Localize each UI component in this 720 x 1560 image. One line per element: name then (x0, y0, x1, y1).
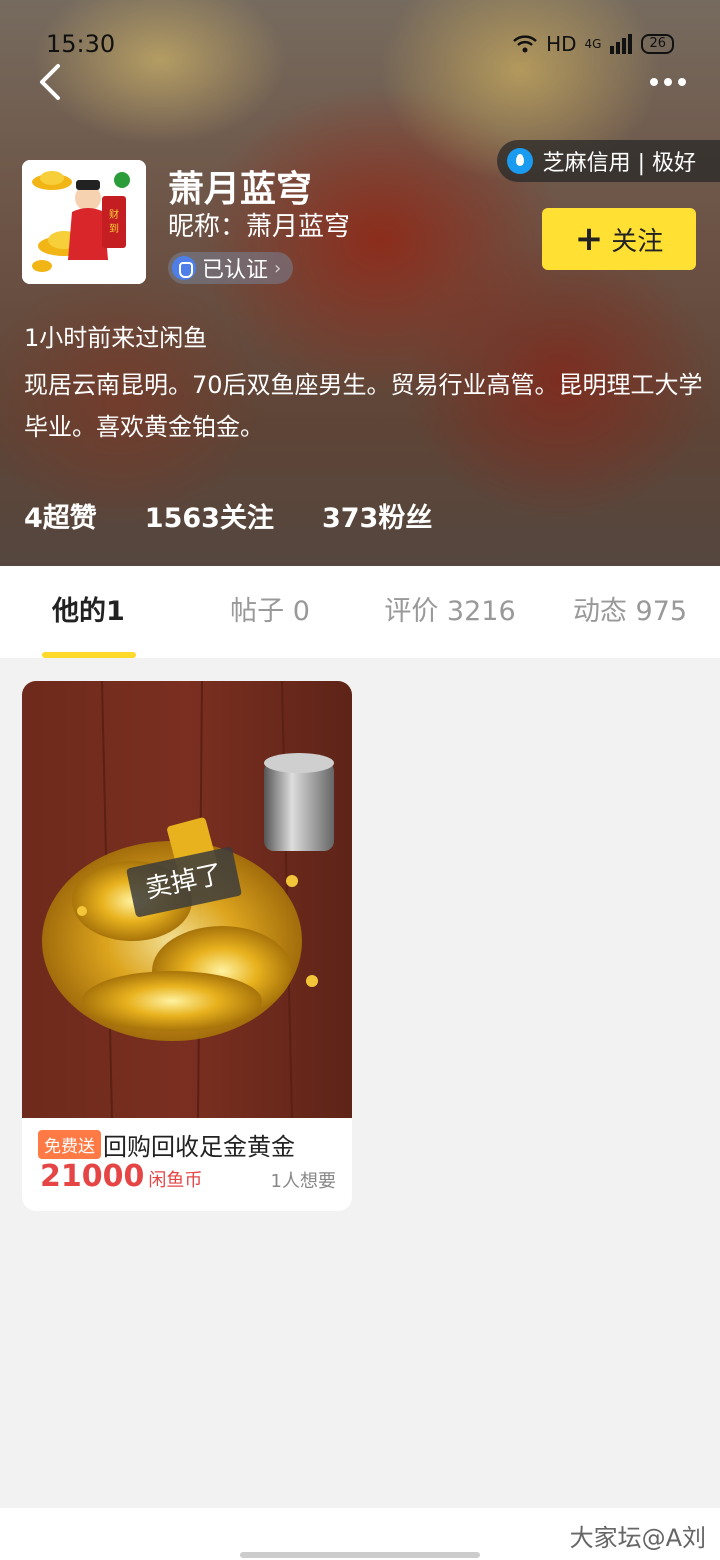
more-dot-icon (664, 78, 672, 86)
tab-label: 他的1 (52, 596, 125, 627)
price-unit: 闲鱼币 (148, 1170, 203, 1191)
avatar[interactable]: 财 到 (22, 160, 146, 284)
back-button[interactable] (30, 60, 70, 104)
profile-stats: 4超赞 1563关注 373粉丝 (24, 496, 432, 535)
verified-badge[interactable]: 已认证 › (168, 252, 294, 284)
chevron-left-icon (40, 64, 60, 100)
stat-likes[interactable]: 4超赞 (24, 496, 97, 535)
more-dot-icon (678, 78, 686, 86)
price-value: 21000 (40, 1159, 145, 1194)
item-title: 回购回收足金黄金 (103, 1133, 295, 1161)
item-wants: 1人想要 (270, 1171, 336, 1192)
follow-label: 关注 (611, 226, 664, 257)
last-seen-text: 1小时前来过闲鱼 (24, 324, 208, 352)
shield-icon (172, 256, 196, 280)
chevron-right-icon: › (274, 257, 282, 279)
status-icons: HD 4G 26 (512, 32, 674, 56)
sesame-credit-icon (506, 148, 533, 174)
svg-text:财: 财 (109, 208, 119, 221)
item-image: 卖掉了 (22, 681, 352, 1118)
profile-name: 萧月蓝穹 (168, 169, 313, 210)
follow-button[interactable]: + 关注 (542, 208, 696, 270)
tab-active-indicator (42, 652, 136, 658)
item-title-row: 免费送 回购回收足金黄金 (38, 1127, 338, 1162)
watermark: 大家坛@A刘 (569, 1524, 706, 1552)
home-indicator[interactable] (240, 1552, 480, 1558)
more-button[interactable] (646, 62, 690, 102)
svg-text:到: 到 (109, 223, 119, 235)
stat-fans[interactable]: 373粉丝 (322, 496, 432, 535)
tab-his-items[interactable]: 他的1 (0, 566, 180, 658)
tab-bar: 他的1 帖子 0 评价 3216 动态 975 (0, 566, 720, 658)
credit-label: 芝麻信用 | 极好 (542, 151, 696, 176)
fortune-god-avatar-icon: 财 到 (22, 160, 146, 284)
tab-posts[interactable]: 帖子 0 (180, 566, 360, 658)
credit-badge[interactable]: 芝麻信用 | 极好 (496, 140, 720, 182)
free-shipping-badge: 免费送 (38, 1130, 101, 1159)
status-time: 15:30 (46, 30, 116, 58)
profile-bio: 现居云南昆明。70后双鱼座男生。贸易行业高管。昆明理工大学毕业。喜欢黄金铂金。 (24, 371, 703, 441)
battery-icon: 26 (641, 34, 674, 54)
item-card[interactable]: 卖掉了 免费送 回购回收足金黄金 21000 闲鱼币 1人想要 (22, 681, 352, 1211)
plus-icon: + (574, 219, 604, 259)
wifi-icon (513, 35, 537, 53)
signal-icon (610, 34, 633, 54)
item-price: 21000 闲鱼币 (40, 1159, 202, 1194)
network-label: HD (546, 32, 577, 56)
signal-label: 4G (584, 37, 602, 51)
tab-reviews[interactable]: 评价 3216 (360, 566, 540, 658)
verified-label: 已认证 (202, 258, 269, 283)
profile-nickname: 昵称：萧月蓝穹 (168, 212, 351, 242)
tab-activity[interactable]: 动态 975 (540, 566, 720, 658)
stat-following[interactable]: 1563关注 (145, 496, 274, 535)
more-dot-icon (650, 78, 658, 86)
